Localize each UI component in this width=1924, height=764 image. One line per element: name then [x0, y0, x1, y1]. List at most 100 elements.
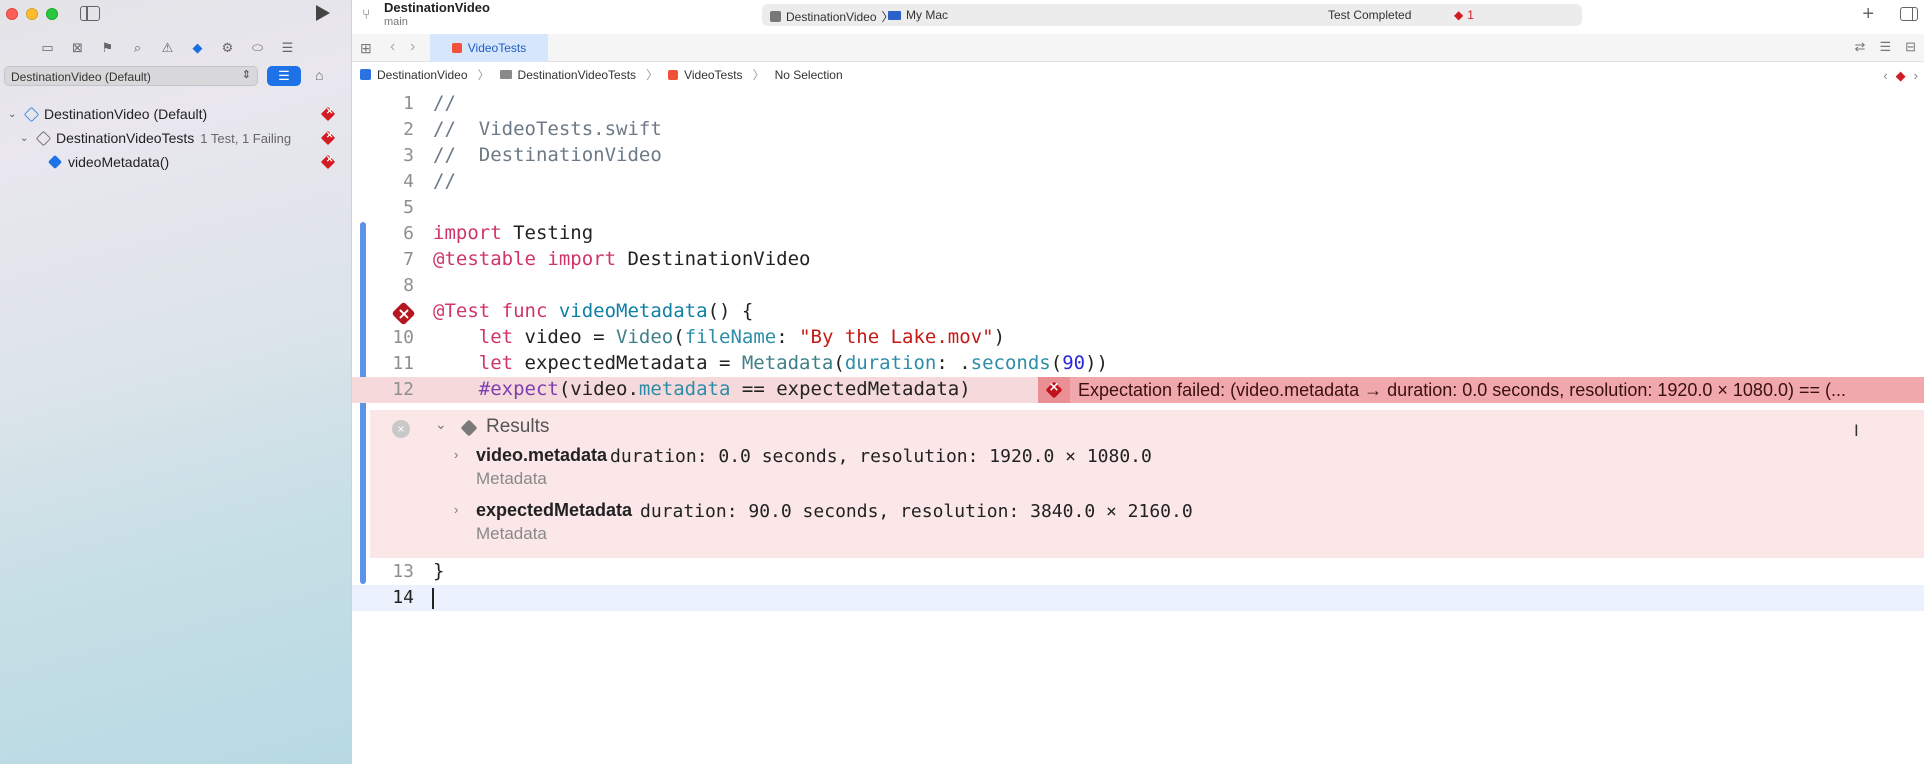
line-number: 5: [403, 197, 414, 218]
results-panel: × ⌄ Results › video.metadata duration: 0…: [370, 410, 1924, 558]
chevron-right-icon[interactable]: ›: [454, 447, 458, 462]
refresh-icon[interactable]: ⇄: [1855, 39, 1866, 55]
editor-options-icon[interactable]: ☰: [1879, 39, 1891, 55]
chevron-right-icon: 〉: [477, 68, 490, 82]
dismiss-icon[interactable]: ×: [392, 420, 410, 438]
build-status: Test Completed: [1328, 8, 1412, 22]
debug-icon[interactable]: ⚙: [218, 40, 237, 56]
disclosure-down-icon[interactable]: ⌄: [8, 109, 20, 120]
code-text: Testing: [501, 222, 594, 244]
code-text: )): [1085, 352, 1108, 374]
code-attribute: @testable: [433, 248, 536, 270]
chevron-down-icon[interactable]: ⌄: [435, 416, 447, 433]
result-name: video.metadata: [476, 445, 608, 465]
line-number: 6: [403, 223, 414, 244]
previous-issue-icon[interactable]: ‹: [1883, 68, 1887, 84]
activity-view: DestinationVideo 〉 My Mac Test Completed…: [762, 4, 1582, 26]
add-icon[interactable]: +: [1862, 3, 1874, 26]
tab-videotests[interactable]: VideoTests: [430, 34, 548, 62]
code-text: //: [433, 92, 456, 114]
line-number: 1: [403, 93, 414, 114]
error-icon[interactable]: ◆: [1896, 68, 1906, 84]
code-macro: #expect: [433, 378, 559, 400]
code-line-error: 12 #expect(video.metadata == expectedMet…: [352, 377, 1924, 403]
breadcrumb-group[interactable]: DestinationVideoTests: [518, 68, 637, 82]
scheme-selector[interactable]: DestinationVideo 〉: [770, 8, 894, 25]
scheme-filter-select[interactable]: DestinationVideo (Default) ⇕: [4, 66, 258, 86]
report-icon[interactable]: ☰: [278, 40, 297, 56]
branch-name[interactable]: main: [384, 16, 408, 28]
results-title: Results: [486, 416, 550, 437]
breakpoint-icon[interactable]: ⬭: [248, 40, 267, 56]
bookmark-icon[interactable]: ⚑: [98, 40, 117, 56]
scheme-filter-value: DestinationVideo (Default): [11, 70, 151, 84]
breadcrumb-file[interactable]: VideoTests: [684, 68, 742, 82]
scheme-icon: [770, 11, 781, 22]
destination-selector[interactable]: My Mac: [888, 8, 948, 22]
breadcrumb-symbol[interactable]: No Selection: [775, 68, 843, 82]
editor-tab-bar: ⊞ ‹ › VideoTests ⇄ ☰ ⊟: [352, 34, 1924, 62]
back-icon[interactable]: ‹: [390, 38, 395, 56]
code-member: metadata: [638, 378, 731, 400]
chevron-right-icon: 〉: [752, 68, 765, 82]
error-message-text: Expectation failed: (video.metadata → du…: [1078, 379, 1846, 400]
chevron-right-icon: 〉: [646, 68, 659, 82]
tree-item-test-target[interactable]: ⌄ DestinationVideoTests 1 Test, 1 Failin…: [20, 127, 291, 149]
next-issue-icon[interactable]: ›: [1914, 68, 1918, 84]
grid-icon[interactable]: ⊞: [360, 40, 372, 57]
split-editor-icon[interactable]: ⊟: [1905, 39, 1916, 55]
result-type: Metadata: [476, 469, 547, 488]
minimize-window-button[interactable]: [26, 8, 38, 20]
folder-icon[interactable]: ▭: [38, 40, 57, 56]
disclosure-down-icon[interactable]: ⌄: [20, 133, 32, 144]
source-editor[interactable]: 1 // 2 // VideoTests.swift 3 // Destinat…: [352, 90, 1924, 764]
warning-icon[interactable]: ⚠: [158, 40, 177, 56]
search-icon[interactable]: ⌕: [128, 40, 147, 56]
scheme-name: DestinationVideo: [786, 9, 877, 24]
chevron-updown-icon: ⇕: [241, 69, 251, 81]
code-line: 2 // VideoTests.swift: [352, 117, 1924, 143]
code-keyword: let: [433, 352, 514, 374]
code-function: videoMetadata: [547, 300, 708, 322]
code-line: 1 //: [352, 91, 1924, 117]
code-label: duration: [844, 352, 937, 374]
project-title[interactable]: DestinationVideo: [384, 0, 490, 15]
window-controls: [6, 8, 58, 20]
code-text: video =: [513, 326, 617, 348]
sidebar-toggle-icon[interactable]: [80, 6, 100, 21]
run-icon[interactable]: [316, 5, 330, 21]
source-control-icon[interactable]: ⊠: [68, 40, 87, 56]
editor-options: ⇄ ☰ ⊟: [1855, 39, 1916, 55]
test-navigator-icon[interactable]: ◆: [188, 40, 207, 56]
swift-file-icon: [451, 43, 462, 53]
tag-icon[interactable]: ⌂: [315, 67, 323, 83]
tree-item-label: videoMetadata(): [68, 154, 170, 170]
inspector-toggle-icon[interactable]: [1900, 7, 1918, 21]
code-line: 6 import Testing: [352, 221, 1924, 247]
tree-item-test-plan[interactable]: ⌄ DestinationVideo (Default): [8, 103, 213, 125]
code-line: 3 // DestinationVideo: [352, 143, 1924, 169]
zoom-window-button[interactable]: [46, 8, 58, 20]
test-plan-icon: [23, 106, 39, 122]
branch-icon: ⑂: [362, 6, 371, 22]
tree-item-test-function[interactable]: videoMetadata(): [44, 151, 169, 173]
close-window-button[interactable]: [6, 8, 18, 20]
code-text: }: [433, 560, 445, 582]
line-number: 3: [403, 145, 414, 166]
filter-list-button[interactable]: ☰: [267, 66, 301, 86]
test-failure-icon[interactable]: ×: [391, 301, 416, 326]
error-message-banner[interactable]: × Expectation failed: (video.metadata → …: [1038, 377, 1924, 403]
breadcrumb-project[interactable]: DestinationVideo: [377, 68, 468, 82]
forward-icon[interactable]: ›: [410, 38, 415, 56]
line-number: 11: [392, 353, 414, 374]
line-number: 14: [392, 587, 414, 608]
tree-item-label: DestinationVideoTests: [56, 130, 195, 146]
code-line: 11 let expectedMetadata = Metadata(durat…: [352, 351, 1924, 377]
chevron-right-icon[interactable]: ›: [454, 502, 458, 517]
error-count-badge[interactable]: ◆ 1: [1454, 8, 1474, 22]
result-value: duration: 90.0 seconds, resolution: 3840…: [640, 501, 1193, 522]
code-line: 4 //: [352, 169, 1924, 195]
code-text: expectedMetadata =: [513, 352, 742, 374]
code-text: //: [433, 170, 456, 192]
code-type: Metadata: [741, 352, 834, 374]
